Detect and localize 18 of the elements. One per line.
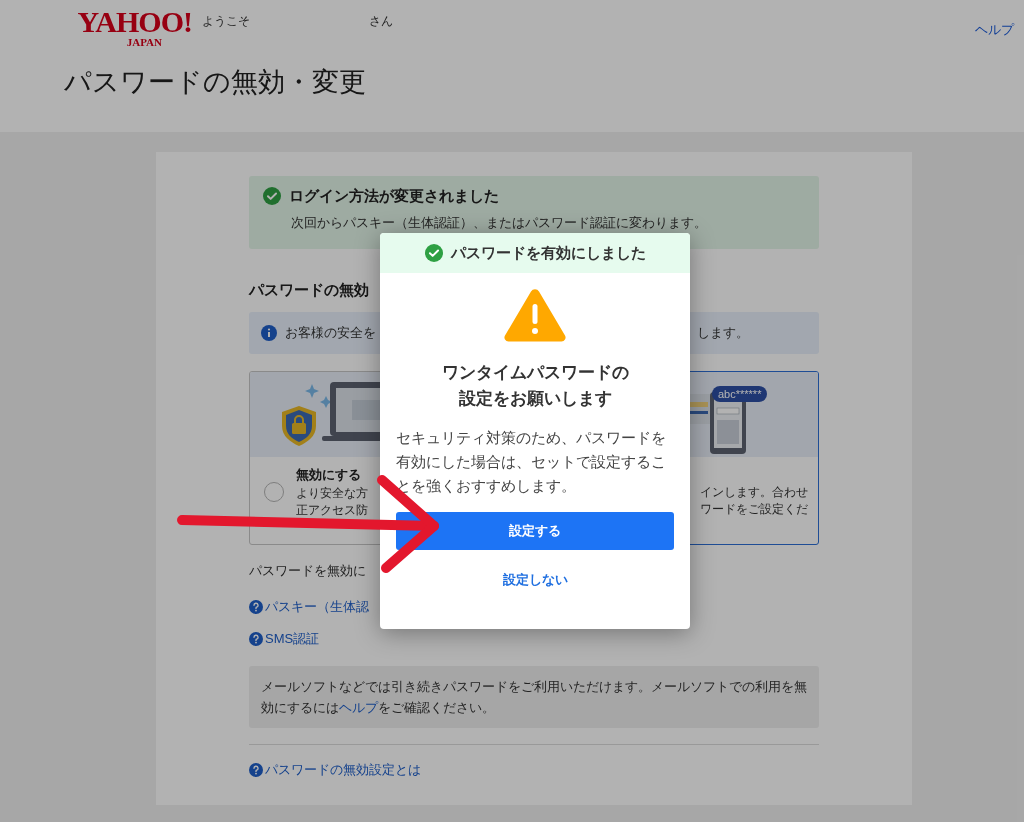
info-text: します。 bbox=[697, 323, 749, 342]
option-description: 正アクセス防 bbox=[296, 501, 368, 519]
dialog-status: パスワードを有効にしました bbox=[450, 242, 646, 263]
dialog-title: ワンタイムパスワードの bbox=[441, 362, 629, 384]
option-description: インします。合わせ bbox=[700, 483, 808, 501]
notice-text: パスワードを無効に bbox=[249, 561, 366, 580]
banner-title: ログイン方法が変更されました bbox=[289, 186, 499, 206]
info-text: お客様の安全を bbox=[285, 323, 376, 342]
dialog-title: 設定をお願いします bbox=[458, 388, 612, 410]
option-title: 無効にする bbox=[296, 465, 362, 484]
welcome-text: さん bbox=[369, 13, 393, 30]
welcome-text: ようこそ bbox=[202, 13, 250, 30]
option-description: ワードをご設定くだ bbox=[700, 500, 808, 518]
banner-message: 次回からパスキー（生体認証）、またはパスワード認証に変わります。 bbox=[291, 213, 707, 232]
section-heading: パスワードの無効 bbox=[249, 280, 369, 300]
option-description: より安全な方 bbox=[296, 484, 368, 502]
page-title: パスワードの無効・変更 bbox=[64, 66, 366, 99]
mail-note: メールソフトなどでは引き続きパスワードをご利用いただけます。メールソフトでの利用を無効にするにはヘルプをご確認ください。 bbox=[249, 666, 819, 728]
